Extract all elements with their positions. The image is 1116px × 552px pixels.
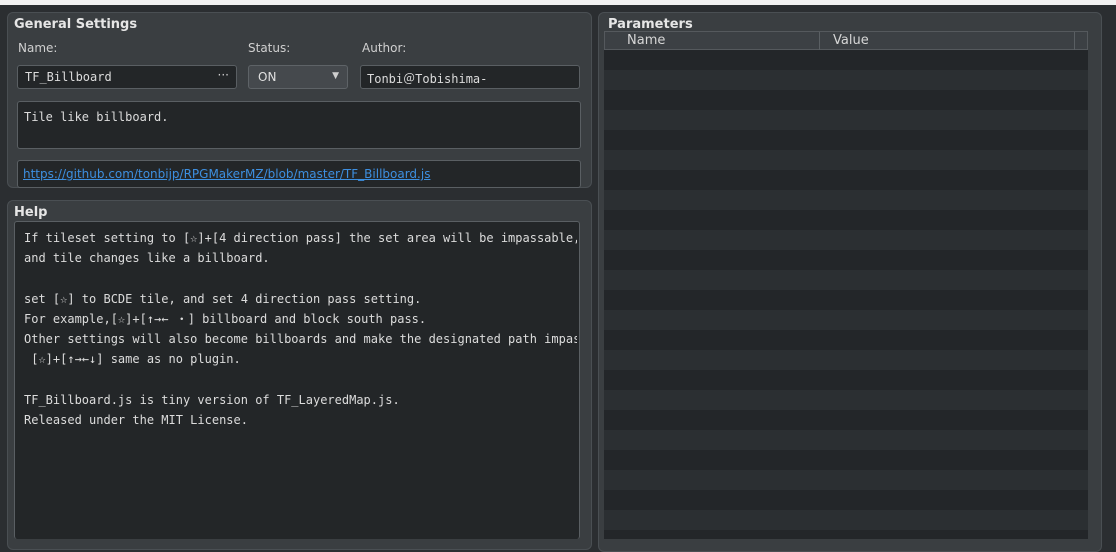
table-row[interactable] [604, 270, 1088, 290]
description-value: Tile like billboard. [24, 110, 169, 124]
table-row[interactable] [604, 390, 1088, 410]
plugin-name-field[interactable]: TF_Billboard ··· [17, 65, 237, 89]
status-label: Status: [248, 41, 291, 55]
table-row[interactable] [604, 450, 1088, 470]
table-row[interactable] [604, 410, 1088, 430]
help-line: TF_Billboard.js is tiny version of TF_La… [24, 392, 400, 407]
table-row[interactable] [604, 510, 1088, 530]
url-field: https://github.com/tonbijp/RPGMakerMZ/bl… [17, 160, 581, 188]
table-row[interactable] [604, 430, 1088, 450]
table-row[interactable] [604, 150, 1088, 170]
description-field[interactable]: Tile like billboard. [17, 101, 581, 149]
table-row[interactable] [604, 490, 1088, 510]
help-title: Help [14, 205, 48, 220]
help-line: [☆]+[↑→←↓] same as no plugin. [24, 352, 241, 367]
author-label: Author: [362, 41, 407, 55]
parameters-rows [604, 50, 1088, 539]
table-row[interactable] [604, 470, 1088, 490]
author-value: Tonbi＠Tobishima- [367, 72, 488, 86]
help-panel: Help If tileset setting to [☆]+[4 direct… [7, 200, 592, 550]
table-row[interactable] [604, 90, 1088, 110]
table-row[interactable] [604, 290, 1088, 310]
table-row[interactable] [604, 50, 1088, 70]
status-value: ON [258, 70, 277, 84]
table-row[interactable] [604, 190, 1088, 210]
plugin-name-value: TF_Billboard [25, 70, 112, 84]
table-row[interactable] [604, 70, 1088, 90]
table-row[interactable] [604, 130, 1088, 150]
table-row[interactable] [604, 110, 1088, 130]
table-row[interactable] [604, 350, 1088, 370]
table-row[interactable] [604, 250, 1088, 270]
parameters-title: Parameters [608, 17, 693, 32]
help-line: and tile changes like a billboard. [24, 251, 270, 266]
general-settings-panel: General Settings Name: Status: Author: T… [7, 12, 592, 188]
table-row[interactable] [604, 530, 1088, 539]
chevron-down-icon: ▼ [332, 71, 339, 81]
table-row[interactable] [604, 370, 1088, 390]
column-header-value[interactable]: Value [833, 33, 869, 48]
general-settings-title: General Settings [14, 17, 138, 32]
parameters-table[interactable]: Name Value [604, 31, 1088, 539]
column-divider[interactable] [819, 32, 820, 51]
browse-plugin-button[interactable]: ··· [218, 68, 229, 82]
help-text: If tileset setting to [☆]+[4 direction p… [24, 228, 577, 430]
column-divider[interactable] [1074, 32, 1075, 51]
table-row[interactable] [604, 330, 1088, 350]
parameters-table-header: Name Value [604, 31, 1088, 51]
author-field[interactable]: Tonbi＠Tobishima- [360, 65, 580, 89]
column-header-name[interactable]: Name [627, 33, 665, 48]
help-line: For example,[☆]+[↑→← ・] billboard and bl… [24, 311, 427, 326]
help-line: set [☆] to BCDE tile, and set 4 directio… [24, 291, 422, 306]
window-top-edge [0, 0, 1116, 5]
plugin-url-link[interactable]: https://github.com/tonbijp/RPGMakerMZ/bl… [23, 167, 430, 181]
help-line: If tileset setting to [☆]+[4 direction p… [24, 231, 577, 245]
help-line: Released under the MIT License. [24, 412, 248, 427]
help-text-area[interactable]: If tileset setting to [☆]+[4 direction p… [14, 221, 580, 539]
table-row[interactable] [604, 170, 1088, 190]
table-row[interactable] [604, 210, 1088, 230]
help-line: Other settings will also become billboar… [24, 331, 577, 346]
name-label: Name: [18, 41, 58, 55]
table-row[interactable] [604, 230, 1088, 250]
table-row[interactable] [604, 310, 1088, 330]
status-select[interactable]: ON ▼ [248, 65, 348, 89]
help-line [24, 268, 577, 288]
help-line [24, 369, 577, 389]
